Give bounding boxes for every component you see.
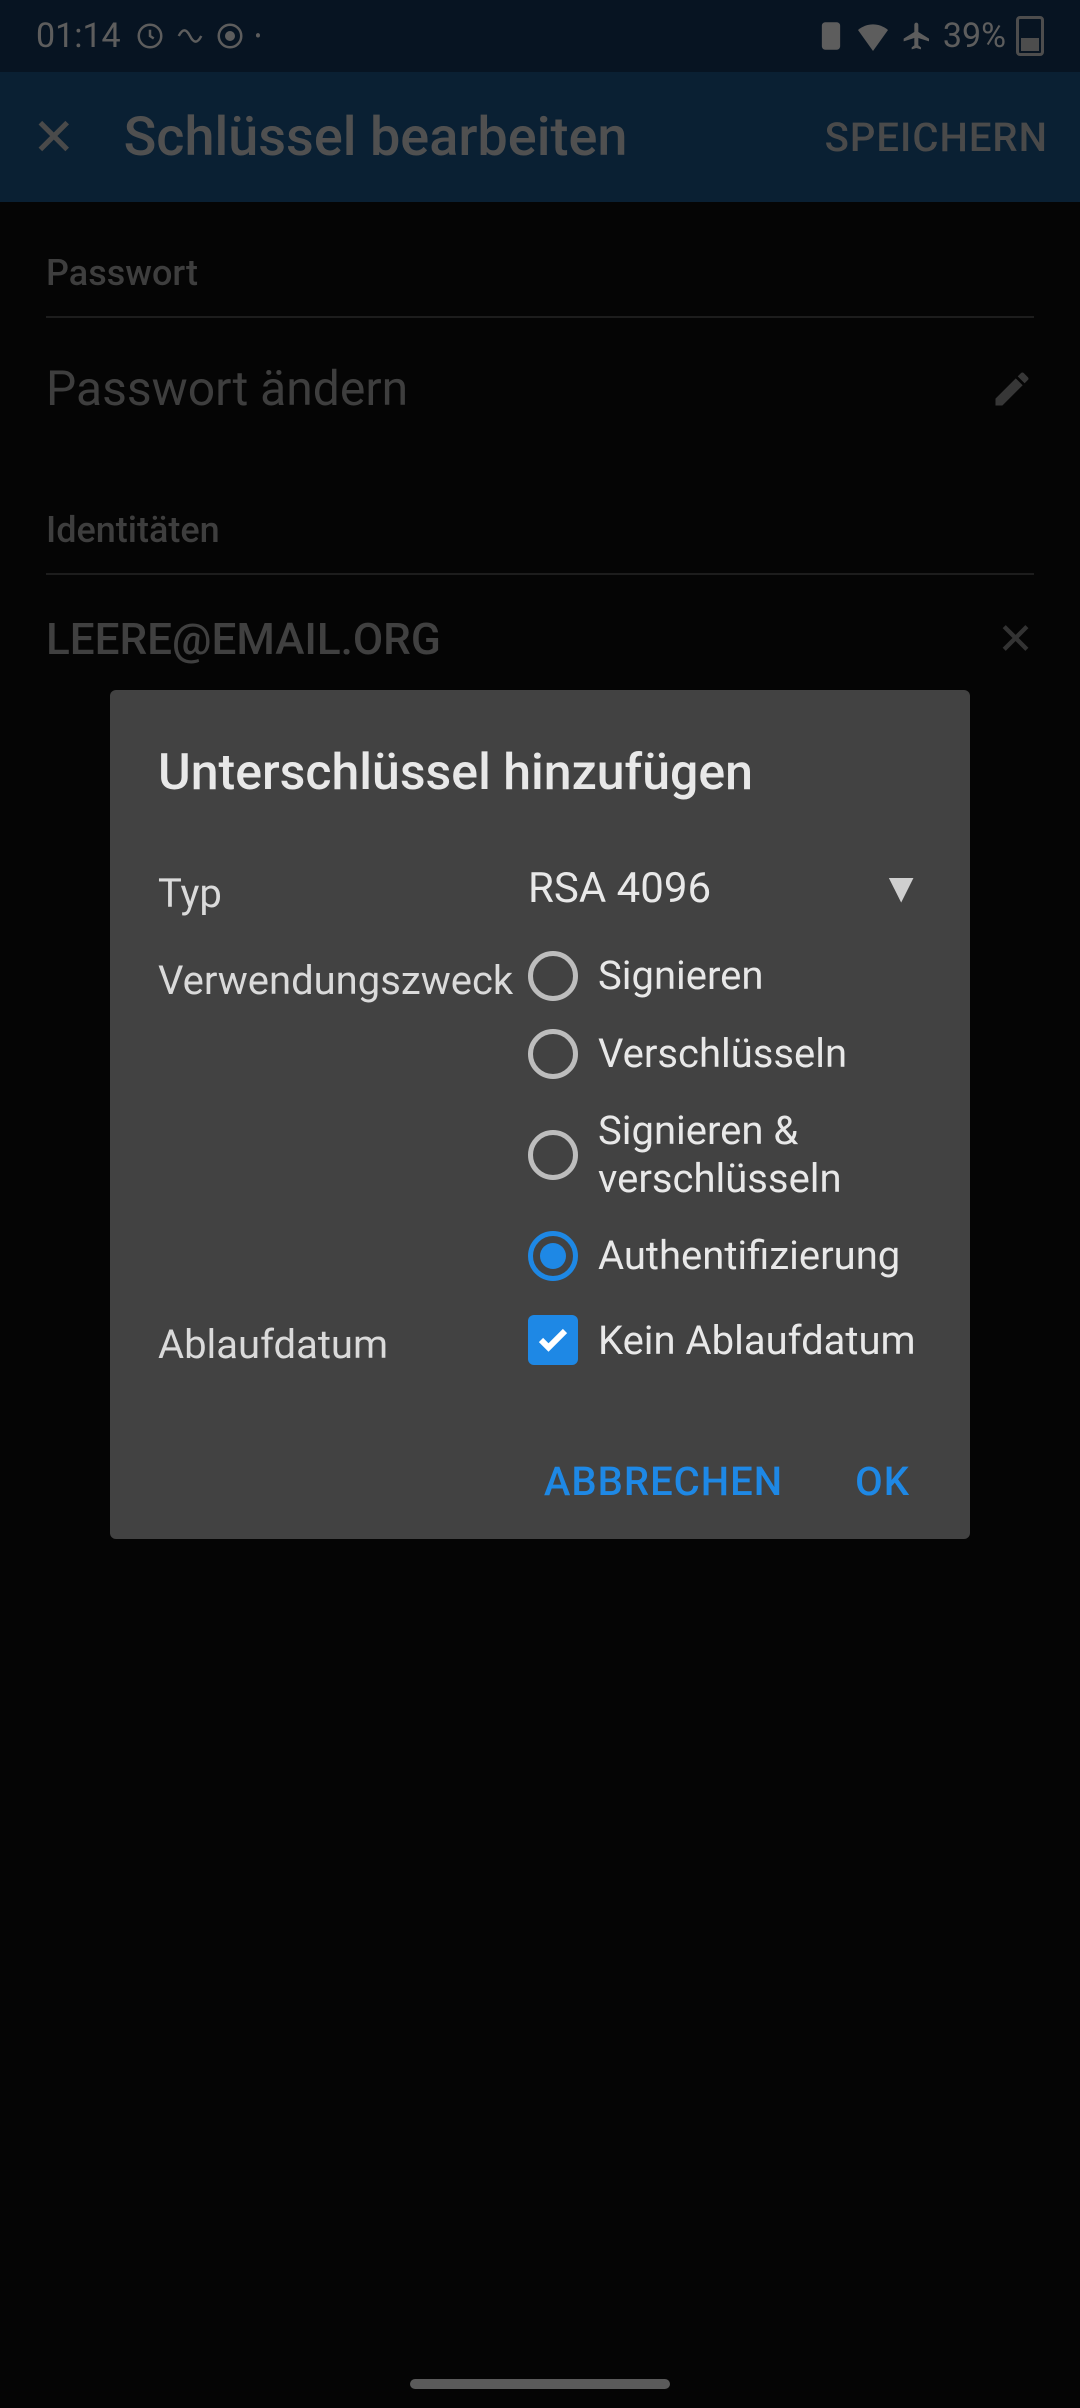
radio-label: Signieren	[598, 952, 763, 1000]
radio-icon	[528, 1130, 578, 1180]
chevron-down-icon: ▼	[880, 864, 922, 913]
home-indicator[interactable]	[410, 2379, 670, 2389]
radio-auth[interactable]: Authentifizierung	[528, 1231, 922, 1281]
type-dropdown[interactable]: RSA 4096 ▼	[528, 864, 922, 913]
radio-label: Signieren & verschlüsseln	[598, 1107, 922, 1203]
radio-icon	[528, 951, 578, 1001]
radio-encrypt[interactable]: Verschlüsseln	[528, 1029, 922, 1079]
navigation-bar	[0, 2360, 1080, 2408]
no-expiry-label: Kein Ablaufdatum	[598, 1317, 916, 1364]
radio-sign-encrypt[interactable]: Signieren & verschlüsseln	[528, 1107, 922, 1203]
ok-button[interactable]: OK	[855, 1458, 910, 1505]
radio-sign[interactable]: Signieren	[528, 951, 922, 1001]
usage-radio-group: Signieren Verschlüsseln Signieren & vers…	[528, 951, 922, 1281]
radio-label: Authentifizierung	[598, 1232, 900, 1280]
expiry-label: Ablaufdatum	[158, 1315, 528, 1368]
radio-icon	[528, 1029, 578, 1079]
no-expiry-checkbox[interactable]: Kein Ablaufdatum	[528, 1315, 922, 1365]
radio-label: Verschlüsseln	[598, 1030, 847, 1078]
type-label: Typ	[158, 864, 528, 917]
type-value: RSA 4096	[528, 864, 711, 913]
checkbox-icon	[528, 1315, 578, 1365]
radio-icon-checked	[528, 1231, 578, 1281]
usage-label: Verwendungszweck	[158, 951, 528, 1004]
add-subkey-dialog: Unterschlüssel hinzufügen Typ RSA 4096 ▼…	[110, 690, 970, 1539]
cancel-button[interactable]: ABBRECHEN	[544, 1458, 783, 1505]
dialog-title: Unterschlüssel hinzufügen	[158, 744, 922, 802]
